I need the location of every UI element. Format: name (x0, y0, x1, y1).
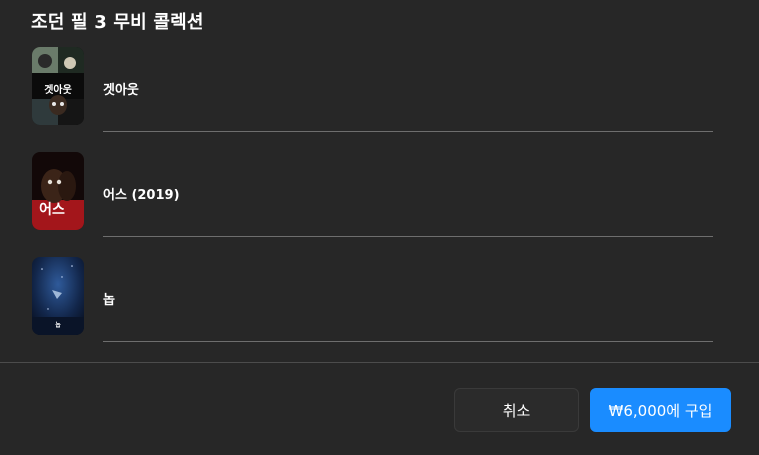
movie-title-us: 어스 (2019) (103, 188, 180, 203)
footer-divider (0, 362, 759, 363)
movie-title-get-out: 겟아웃 (103, 83, 139, 98)
us-poster-text: 어스 (39, 201, 65, 218)
us-poster: 어스 (32, 152, 84, 230)
nope-poster-text: 놉 (55, 321, 61, 329)
movie-title-nope: 놉 (103, 293, 115, 308)
purchase-dialog: 조던 필 3 무비 콜렉션 겟아웃 겟아웃 어스 어스 (2019) 놉 놉 취… (0, 0, 759, 455)
list-item-get-out[interactable]: 겟아웃 겟아웃 (0, 27, 759, 132)
get-out-poster: 겟아웃 (32, 47, 84, 125)
list-item-us[interactable]: 어스 어스 (2019) (0, 132, 759, 237)
list-item-nope[interactable]: 놉 놉 (0, 237, 759, 342)
nope-poster: 놉 (32, 257, 84, 335)
buy-button[interactable]: ₩6,000에 구입 (590, 388, 731, 432)
cancel-button[interactable]: 취소 (454, 388, 579, 432)
get-out-poster-text: 겟아웃 (44, 83, 72, 96)
row-divider (103, 341, 713, 342)
